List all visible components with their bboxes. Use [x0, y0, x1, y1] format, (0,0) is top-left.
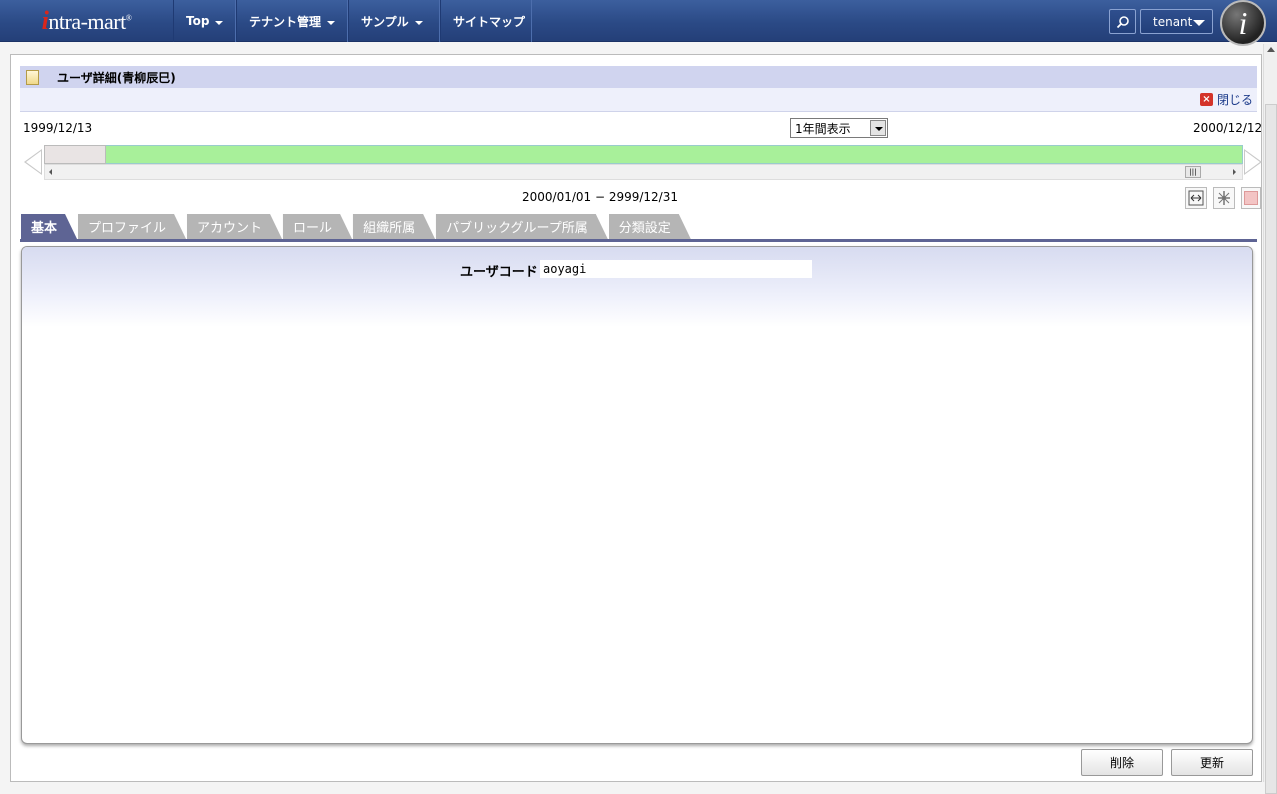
timeline-inactive-period-bar[interactable]	[44, 145, 106, 164]
tab-label: パブリックグループ所属	[446, 221, 588, 236]
chevron-down-icon	[215, 20, 224, 25]
timeline-next-arrow-icon[interactable]	[1244, 149, 1262, 175]
user-code-label: ユーザコード	[460, 265, 538, 280]
chevron-down-icon	[327, 20, 336, 25]
active-period-range: 2000/01/01 − 2999/12/31	[0, 190, 1200, 204]
form-header	[22, 247, 1252, 327]
nav-sample-menu[interactable]: サンプル	[348, 0, 440, 42]
timeline-end-date: 2000/12/12	[1193, 121, 1263, 135]
scroll-left-icon[interactable]	[49, 169, 52, 175]
tab-label: 分類設定	[618, 221, 671, 236]
nav-sample-label: サンプル	[361, 14, 409, 29]
tab-role[interactable]: ロール	[282, 214, 352, 239]
tab-account[interactable]: アカウント	[186, 214, 282, 239]
nav-sitemap-label: サイトマップ	[453, 14, 526, 29]
tab-label: アカウント	[197, 221, 263, 236]
delete-button[interactable]: 削除	[1081, 749, 1163, 776]
timeline-horizontal-scrollbar[interactable]: |||	[44, 164, 1243, 180]
title-action-bar: × 閉じる	[20, 88, 1257, 112]
timeline-scroll-thumb[interactable]: |||	[1185, 166, 1201, 178]
timeline-active-period-bar[interactable]	[44, 145, 1243, 164]
intra-mart-logo[interactable]: intra-mart®	[0, 0, 173, 42]
tab-classification[interactable]: 分類設定	[608, 214, 691, 239]
timeline-start-date: 1999/12/13	[23, 121, 93, 135]
nav-top-label: Top	[186, 14, 210, 28]
range-select[interactable]: 1年間表示	[790, 118, 888, 138]
split-period-icon[interactable]	[1213, 187, 1235, 209]
tab-public-group[interactable]: パブリックグループ所属	[435, 214, 608, 239]
chevron-down-icon	[414, 20, 423, 25]
scroll-up-icon[interactable]	[1267, 47, 1275, 52]
search-button[interactable]	[1109, 9, 1136, 34]
active-period-text: 2000/01/01 − 2999/12/31	[521, 190, 678, 204]
nav-tenant-admin-menu[interactable]: テナント管理	[236, 0, 348, 42]
delete-button-label: 削除	[1109, 756, 1134, 770]
update-button[interactable]: 更新	[1171, 749, 1253, 776]
avatar-letter: i	[1238, 4, 1248, 41]
update-button-label: 更新	[1199, 756, 1224, 770]
tab-label: ロール	[293, 221, 333, 236]
tab-label: 基本	[31, 221, 58, 236]
nav-tenant-admin-label: テナント管理	[249, 14, 322, 29]
tab-bar: 基本 プロファイル アカウント ロール 組織所属 パブリックグループ所属 分類設…	[20, 214, 691, 240]
close-icon: ×	[1199, 93, 1213, 106]
close-button[interactable]: × 閉じる	[1199, 91, 1253, 108]
top-navigation-bar: intra-mart® Top テナント管理 サンプル サイトマップ tenan…	[0, 0, 1277, 46]
timeline-prev-arrow-icon[interactable]	[24, 149, 42, 175]
document-icon	[26, 69, 39, 85]
tab-label: プロファイル	[88, 221, 167, 236]
tab-label: 組織所属	[363, 221, 416, 236]
search-icon	[1116, 15, 1129, 28]
tab-basic[interactable]: 基本	[20, 214, 77, 239]
range-select-value: 1年間表示	[795, 121, 851, 136]
tenant-dropdown[interactable]: tenant	[1140, 9, 1213, 34]
scrollbar-thumb[interactable]	[1265, 104, 1277, 794]
expand-horizontal-icon[interactable]	[1185, 187, 1207, 209]
delete-period-icon[interactable]	[1241, 187, 1261, 209]
scroll-right-icon[interactable]	[1233, 169, 1236, 175]
tab-organization[interactable]: 組織所属	[352, 214, 435, 239]
user-code-value: aoyagi	[540, 260, 812, 278]
user-avatar[interactable]: i	[1220, 0, 1266, 46]
basic-info-form: ユーザコード aoyagi	[21, 246, 1253, 744]
page-title: ユーザ詳細(青柳辰巳)	[57, 70, 176, 85]
tab-profile[interactable]: プロファイル	[77, 214, 186, 239]
nav-sitemap-link[interactable]: サイトマップ	[440, 0, 532, 42]
page-title-bar: ユーザ詳細(青柳辰巳)	[20, 66, 1257, 88]
nav-top-menu[interactable]: Top	[173, 0, 236, 42]
page-vertical-scrollbar[interactable]	[1263, 44, 1277, 794]
tenant-label: tenant	[1153, 14, 1193, 29]
close-label: 閉じる	[1216, 93, 1253, 107]
tab-underline	[20, 239, 1257, 242]
chevron-down-icon[interactable]	[870, 120, 886, 136]
caret-down-icon	[1193, 20, 1205, 26]
